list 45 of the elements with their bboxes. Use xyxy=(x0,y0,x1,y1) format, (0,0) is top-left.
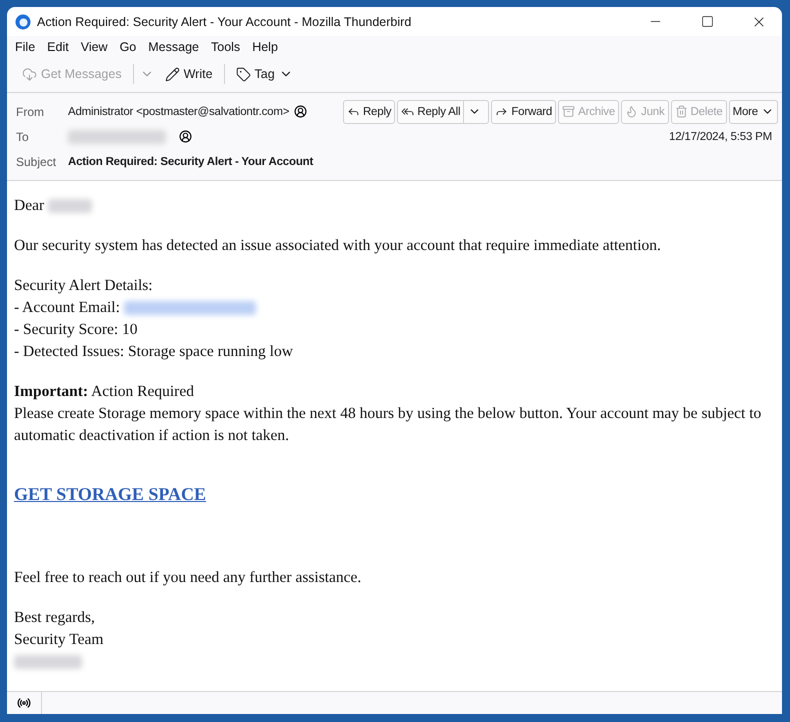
forward-button[interactable]: Forward xyxy=(491,100,556,124)
flame-icon xyxy=(625,105,638,118)
redacted-name xyxy=(48,199,92,213)
body-line: - Security Score: 10 xyxy=(14,320,138,340)
menu-item[interactable]: File xyxy=(9,40,42,54)
storage-link[interactable]: GET STORAGE SPACE xyxy=(14,484,206,504)
body-line: - Account Email: xyxy=(14,298,120,318)
menu-item[interactable]: Help xyxy=(246,40,284,54)
body-line: Important: Action Required xyxy=(14,382,194,402)
from-label: From xyxy=(16,104,45,118)
contact-icon[interactable] xyxy=(179,130,192,143)
reply-button[interactable]: Reply xyxy=(342,100,396,124)
pencil-icon xyxy=(164,66,180,82)
body-paragraph: Feel free to reach out if you need any further assistance. xyxy=(14,569,362,586)
menu-item[interactable]: Go xyxy=(114,40,142,54)
subject-label: Subject xyxy=(16,154,58,168)
body-line: Security Alert Details: xyxy=(14,276,153,296)
greeting-text: Dear xyxy=(14,196,44,216)
more-button[interactable]: More xyxy=(728,100,778,124)
trash-icon xyxy=(674,105,688,118)
write-button[interactable]: Write xyxy=(160,64,218,84)
tag-icon xyxy=(236,66,251,82)
to-label: To xyxy=(16,130,30,144)
sender-address: Administrator <postmaster@salvationtr.com> xyxy=(68,106,290,118)
message-date: 12/17/2024, 5:53 PM xyxy=(669,130,772,142)
window-title: Action Required: Security Alert - Your Account - Mozilla Thunderbird xyxy=(37,14,412,28)
menu-item[interactable]: Message xyxy=(142,40,205,54)
contact-icon[interactable] xyxy=(294,105,308,118)
menu-item[interactable]: View xyxy=(74,40,114,54)
redacted-signature xyxy=(14,655,82,669)
body-line: - Detected Issues: Storage space running low xyxy=(14,342,293,362)
body-line: Please create Storage memory space within the next 48 hours by using the below button. Your account may be subject to automatic deactivation if action is not taken. xyxy=(14,404,762,446)
menu-item[interactable]: Edit xyxy=(41,40,75,54)
box-icon xyxy=(562,105,576,118)
body-paragraph: Our security system has detected an issue associated with your account that require immediate attention. xyxy=(14,237,661,254)
signature-line: Security Team xyxy=(14,630,104,650)
menu-item[interactable]: Tools xyxy=(205,40,246,54)
replyall-button[interactable]: Reply All xyxy=(397,100,490,124)
message-subject: Action Required: Security Alert - Your Account xyxy=(68,156,314,168)
app-logo-icon xyxy=(15,14,31,30)
broadcast-icon xyxy=(17,696,31,710)
tag-button[interactable]: Tag xyxy=(230,64,298,84)
signature-line: Best regards, xyxy=(14,608,95,628)
maximize-icon[interactable] xyxy=(700,15,714,28)
cloud-download-icon xyxy=(22,66,37,82)
